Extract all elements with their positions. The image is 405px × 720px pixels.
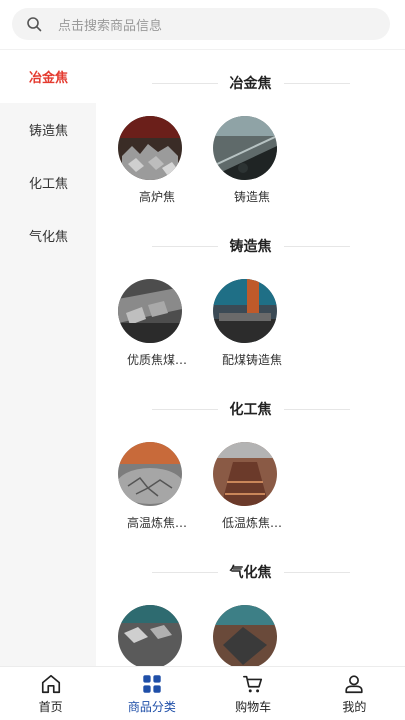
- divider: [283, 82, 350, 84]
- product-item[interactable]: [213, 605, 308, 666]
- divider: [151, 571, 218, 573]
- tab-label: 我的: [342, 699, 367, 714]
- product-label: 高温炼焦…: [126, 516, 187, 530]
- product-image: [118, 442, 182, 506]
- tab-home[interactable]: 首页: [0, 667, 101, 720]
- section-title-text: 冶金焦: [229, 76, 272, 92]
- product-image: [213, 279, 277, 343]
- product-item[interactable]: 铸造焦: [213, 116, 308, 213]
- product-image: [118, 116, 182, 180]
- divider: [283, 571, 350, 573]
- product-label: 铸造焦: [233, 190, 270, 204]
- sidebar-item-foundry-coke[interactable]: 铸造焦: [0, 103, 96, 156]
- product-item[interactable]: [118, 605, 213, 666]
- sidebar-item-label: 气化焦: [29, 230, 69, 245]
- search-bar: 点击搜索商品信息: [0, 0, 405, 50]
- home-icon: [41, 674, 60, 693]
- section-title-text: 铸造焦: [229, 239, 272, 255]
- divider: [151, 245, 218, 247]
- user-icon: [345, 674, 363, 693]
- product-image: [213, 116, 277, 180]
- tab-label: 首页: [38, 699, 63, 714]
- tab-label: 商品分类: [127, 699, 176, 714]
- tab-categories[interactable]: 商品分类: [101, 667, 202, 720]
- section-title: 化工焦: [96, 376, 405, 442]
- product-image: [213, 442, 277, 506]
- tab-cart[interactable]: 购物车: [203, 667, 304, 720]
- sidebar-item-label: 铸造焦: [29, 124, 69, 139]
- section-foundry-coke: 铸造焦 优质焦煤… 配煤铸造焦: [96, 213, 405, 376]
- section-metallurgical-coke: 冶金焦 高炉焦 铸造焦: [96, 50, 405, 213]
- product-item[interactable]: 高炉焦: [118, 116, 213, 213]
- product-label: 低温炼焦…: [221, 516, 282, 530]
- search-input[interactable]: 点击搜索商品信息: [12, 8, 390, 40]
- product-item[interactable]: 低温炼焦…: [213, 442, 308, 539]
- section-gasification-coke: 气化焦: [96, 539, 405, 666]
- divider: [283, 245, 350, 247]
- product-label: 优质焦煤…: [126, 353, 187, 367]
- search-icon: [27, 17, 42, 32]
- sidebar-item-label: 冶金焦: [29, 71, 69, 86]
- bottom-tab-bar: 首页 商品分类 购物车 我的: [0, 666, 405, 720]
- sidebar-item-label: 化工焦: [29, 177, 69, 192]
- app-root: 点击搜索商品信息 冶金焦 铸造焦 化工焦 气化焦 冶金焦 高炉焦 铸造焦 铸造焦…: [0, 0, 405, 720]
- section-title: 冶金焦: [96, 50, 405, 116]
- section-title-text: 化工焦: [229, 402, 272, 418]
- product-item[interactable]: 配煤铸造焦: [213, 279, 308, 376]
- section-title: 气化焦: [96, 539, 405, 605]
- divider: [151, 408, 218, 410]
- sidebar-item-chemical-coke[interactable]: 化工焦: [0, 156, 96, 209]
- search-placeholder: 点击搜索商品信息: [58, 18, 163, 34]
- product-label: 配煤铸造焦: [221, 353, 282, 367]
- sidebar-item-gasification-coke[interactable]: 气化焦: [0, 209, 96, 262]
- product-label: 高炉焦: [138, 190, 175, 204]
- divider: [283, 408, 350, 410]
- cart-icon: [243, 675, 263, 692]
- section-title-text: 气化焦: [229, 565, 272, 581]
- product-content: 冶金焦 高炉焦 铸造焦 铸造焦 优质焦煤… 配煤铸造焦 化工焦 高温炼焦… 低温…: [96, 50, 405, 666]
- section-chemical-coke: 化工焦 高温炼焦… 低温炼焦…: [96, 376, 405, 539]
- divider: [151, 82, 218, 84]
- tab-label: 购物车: [235, 699, 272, 714]
- section-title: 铸造焦: [96, 213, 405, 279]
- product-image: [213, 605, 277, 666]
- tab-profile[interactable]: 我的: [304, 667, 405, 720]
- category-sidebar: 冶金焦 铸造焦 化工焦 气化焦: [0, 50, 96, 666]
- product-image: [118, 279, 182, 343]
- sidebar-item-metallurgical-coke[interactable]: 冶金焦: [0, 50, 96, 103]
- product-item[interactable]: 优质焦煤…: [118, 279, 213, 376]
- product-item[interactable]: 高温炼焦…: [118, 442, 213, 539]
- category-icon: [143, 674, 161, 693]
- product-image: [118, 605, 182, 666]
